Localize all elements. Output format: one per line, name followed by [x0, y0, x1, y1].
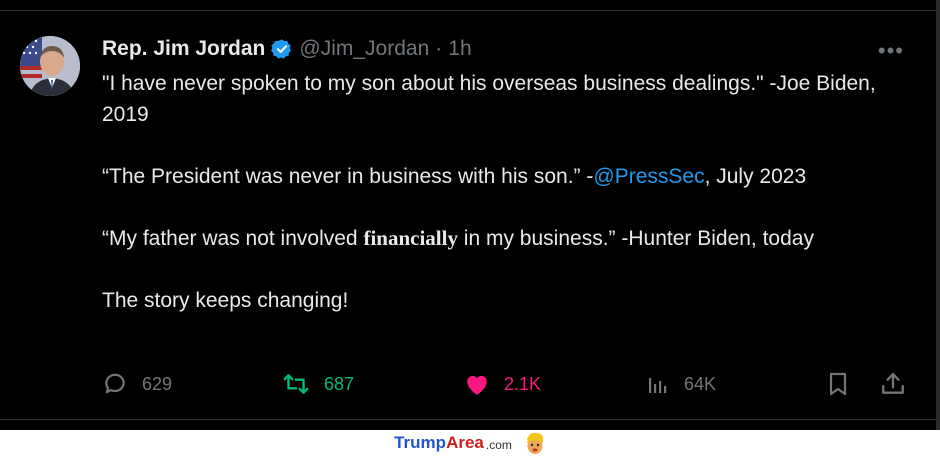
views-button[interactable]: 64K [646, 368, 716, 400]
watermark-part-2: Area [446, 433, 484, 452]
watermark: Trump Area .com [0, 430, 940, 456]
display-name[interactable]: Rep. Jim Jordan [102, 37, 265, 61]
mascot-icon [526, 432, 544, 454]
retweet-icon [283, 374, 309, 394]
paragraph-2-post: , July 2023 [704, 165, 807, 188]
like-count: 2.1K [504, 373, 542, 394]
paragraph-3-pre: “My father was not involved [102, 227, 364, 250]
reply-icon [105, 373, 125, 394]
avatar-image [20, 36, 80, 96]
paragraph-3: “My father was not involved financially … [102, 223, 912, 254]
watermark-part-3: .com [485, 438, 512, 452]
top-divider [0, 10, 936, 11]
tweet-header: Rep. Jim Jordan @Jim_Jordan · 1h ••• [102, 36, 906, 64]
paragraph-4: The story keeps changing! [102, 289, 349, 312]
tweet-text: "I have never spoken to my son about his… [102, 68, 912, 347]
share-button[interactable] [880, 368, 906, 400]
timestamp[interactable]: 1h [448, 37, 471, 61]
views-icon [649, 378, 667, 393]
handle[interactable]: @Jim_Jordan [299, 37, 429, 61]
more-icon[interactable]: ••• [878, 38, 904, 64]
verified-badge-icon [271, 38, 293, 60]
paragraph-1: "I have never spoken to my son about his… [102, 72, 876, 126]
action-bar: 629 687 2.1K 64K [102, 368, 912, 400]
watermark-part-1: Trump [394, 433, 447, 452]
paragraph-2-pre: “The President was never in business wit… [102, 165, 594, 188]
reply-count: 629 [142, 373, 173, 394]
mention-link[interactable]: @PressSec [593, 165, 704, 188]
separator-dot: · [435, 37, 443, 60]
paragraph-2: “The President was never in business wit… [102, 161, 912, 192]
bookmark-icon [829, 372, 847, 396]
share-icon [882, 373, 904, 394]
avatar[interactable] [20, 36, 80, 96]
like-button[interactable]: 2.1K [464, 368, 541, 400]
bookmark-button[interactable] [826, 368, 850, 400]
retweet-button[interactable]: 687 [282, 368, 354, 400]
reply-button[interactable]: 629 [102, 368, 172, 400]
paragraph-3-post: in my business.” -Hunter Biden, today [457, 227, 814, 250]
emphasis-text: financially [363, 226, 458, 250]
retweet-count: 687 [324, 373, 355, 394]
tweet-card[interactable]: Rep. Jim Jordan @Jim_Jordan · 1h ••• "I … [0, 0, 940, 430]
like-icon [467, 375, 487, 395]
bottom-divider [0, 419, 936, 420]
views-count: 64K [684, 373, 717, 394]
